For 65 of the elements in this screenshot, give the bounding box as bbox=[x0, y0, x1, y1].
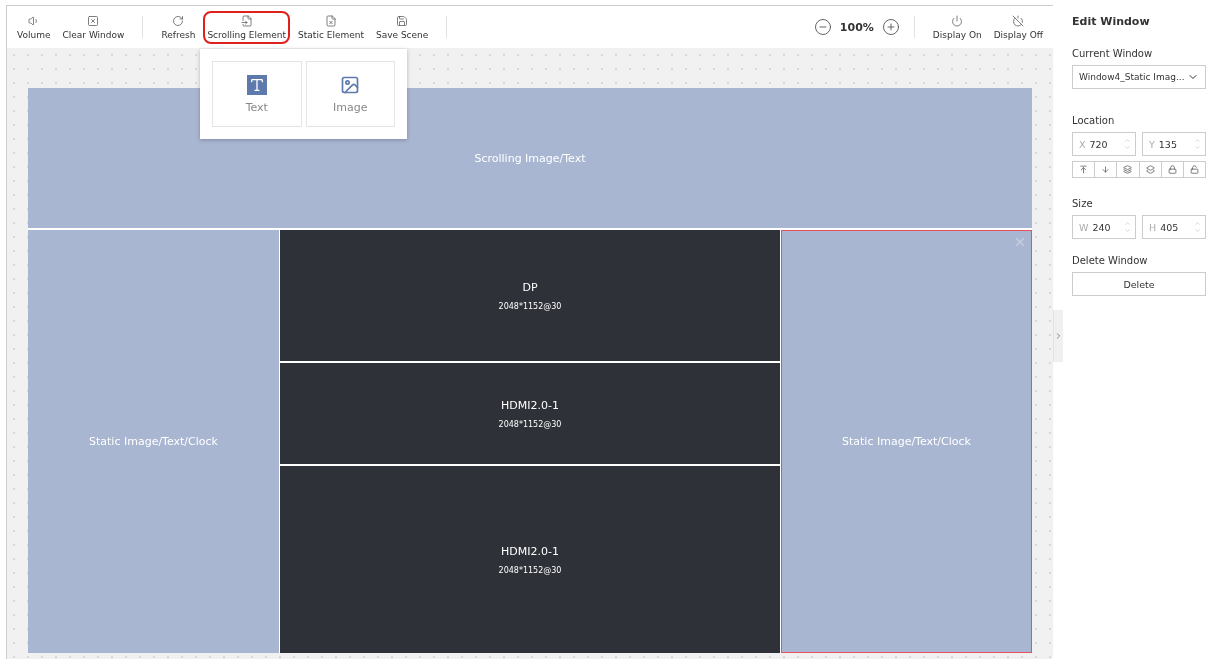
spinner-icon[interactable] bbox=[1124, 220, 1131, 234]
source-tile[interactable]: HDMI2.0-1 2048*1152@30 bbox=[280, 466, 780, 653]
source-tile[interactable]: HDMI2.0-1 2048*1152@30 bbox=[280, 363, 780, 465]
toolbar-button[interactable]: Display Off bbox=[989, 10, 1047, 44]
power-icon bbox=[1012, 14, 1025, 27]
volume-icon bbox=[27, 14, 40, 27]
refresh-icon bbox=[172, 14, 185, 27]
zoom-level: 100% bbox=[839, 20, 874, 34]
toolbar-button[interactable]: Volume bbox=[13, 10, 55, 44]
source-title: HDMI2.0-1 bbox=[501, 544, 559, 558]
close-icon[interactable] bbox=[1013, 235, 1027, 249]
zoom-in-button[interactable] bbox=[881, 18, 900, 36]
arrow-down-icon bbox=[1101, 165, 1111, 174]
popup-option[interactable]: Text bbox=[212, 61, 302, 127]
field-value: 135 bbox=[1158, 138, 1177, 150]
source-resolution: 2048*1152@30 bbox=[498, 565, 562, 575]
number-field[interactable]: Y 135 bbox=[1142, 132, 1206, 156]
window-label: Static Image/Text/Clock bbox=[842, 435, 971, 448]
delete-button[interactable]: Delete bbox=[1072, 272, 1206, 296]
popup-option[interactable]: Image bbox=[305, 61, 395, 127]
number-field[interactable]: H 405 bbox=[1142, 215, 1206, 239]
field-value: 240 bbox=[1092, 221, 1111, 233]
source-resolution: 2048*1152@30 bbox=[498, 419, 562, 429]
field-label: Location bbox=[1072, 115, 1116, 126]
spinner-icon[interactable] bbox=[1194, 220, 1201, 234]
toolbar-button[interactable]: Display On bbox=[928, 10, 986, 44]
field-prefix: H bbox=[1149, 221, 1157, 233]
field-value: 720 bbox=[1089, 138, 1108, 150]
source-tile[interactable]: DP 2048*1152@30 bbox=[280, 230, 780, 362]
toolbar-button[interactable]: Scrolling Element bbox=[203, 10, 291, 44]
window-label: Scrolling Image/Text bbox=[474, 151, 586, 165]
source-resolution: 2048*1152@30 bbox=[498, 301, 562, 311]
field-label: Current Window bbox=[1072, 48, 1154, 59]
layers-icon bbox=[1145, 165, 1155, 174]
chevron-icon bbox=[1054, 331, 1063, 341]
field-value: 405 bbox=[1160, 221, 1179, 233]
toolbar-button[interactable]: Clear Window bbox=[58, 10, 129, 44]
field-label: Size bbox=[1072, 198, 1094, 209]
source-title: DP bbox=[522, 280, 538, 294]
window-label: Static Image/Text/Clock bbox=[89, 435, 218, 448]
field-prefix: W bbox=[1079, 221, 1089, 233]
layers-icon bbox=[1123, 165, 1133, 174]
toolbar-button[interactable]: Static Element bbox=[294, 10, 368, 44]
toolbar-button[interactable]: Refresh bbox=[157, 10, 200, 44]
save-icon bbox=[396, 14, 409, 27]
number-field[interactable]: X 720 bbox=[1072, 132, 1136, 156]
text-icon bbox=[246, 74, 267, 95]
unlock-icon bbox=[1189, 165, 1199, 174]
number-field[interactable]: W 240 bbox=[1072, 215, 1136, 239]
clear-icon bbox=[87, 14, 100, 27]
field-label: Delete Window bbox=[1072, 255, 1149, 266]
zoom-out-button[interactable] bbox=[813, 18, 832, 36]
spinner-icon[interactable] bbox=[1194, 137, 1201, 151]
field-prefix: X bbox=[1079, 138, 1086, 150]
align-top-icon bbox=[1079, 165, 1089, 174]
source-title: HDMI2.0-1 bbox=[501, 398, 559, 412]
toolbar-button[interactable]: Save Scene bbox=[371, 10, 433, 44]
field-prefix: Y bbox=[1149, 138, 1155, 150]
power-icon bbox=[951, 14, 964, 27]
panel-title: Edit Window bbox=[1072, 15, 1151, 28]
spinner-icon[interactable] bbox=[1124, 137, 1131, 151]
image-icon bbox=[340, 74, 361, 95]
window-select[interactable]: Window4_Static Imag... bbox=[1072, 65, 1206, 89]
lock-icon bbox=[1167, 165, 1177, 174]
panel-toggle[interactable] bbox=[1053, 310, 1063, 362]
